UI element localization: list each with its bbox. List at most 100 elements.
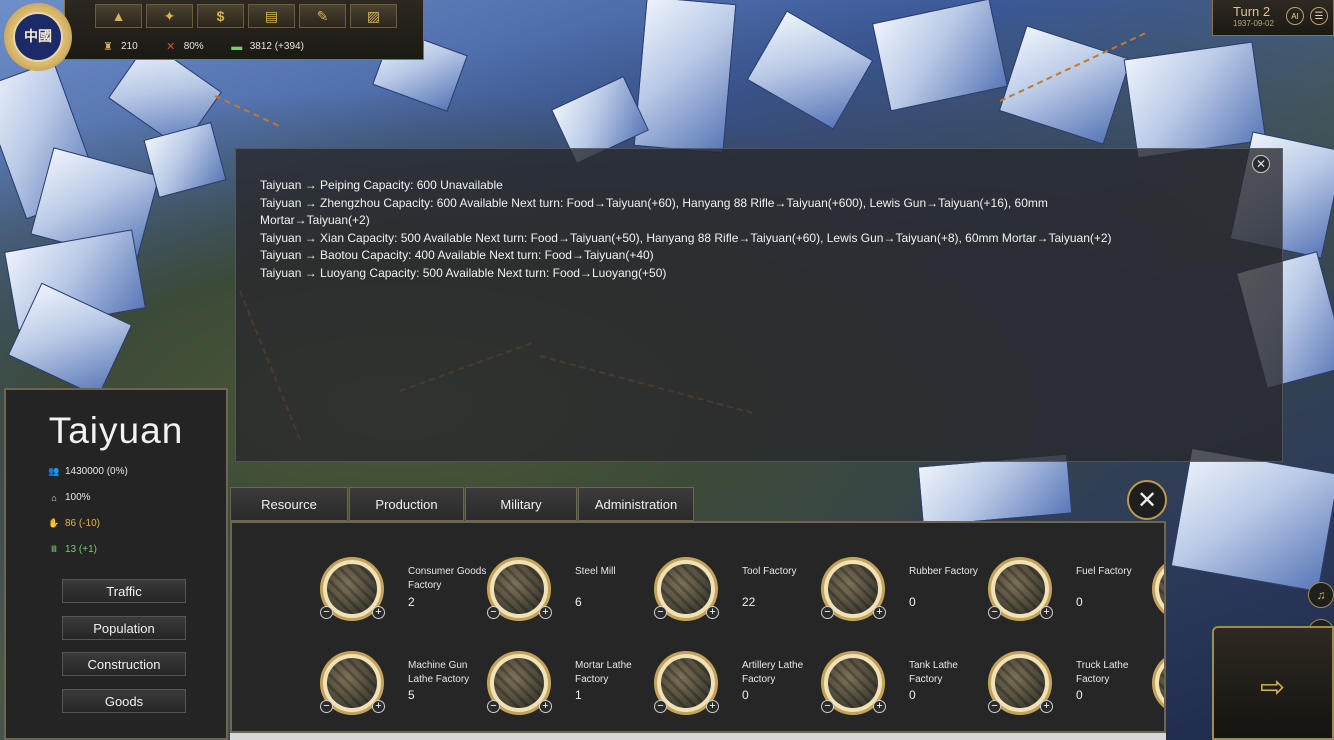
national-stats: ♜ 210 ✕ 80% ▬ 3812 (+394) <box>101 40 330 54</box>
tab-administration[interactable]: Administration <box>578 487 694 521</box>
loyalty-icon: ⌂ <box>51 492 57 503</box>
end-turn-button[interactable]: ⇨ <box>1212 626 1334 740</box>
building-item: − + Fuel Factory 0 <box>988 557 1156 637</box>
eagle-icon[interactable]: ✦ <box>146 4 193 28</box>
food-value: 86 (-10) <box>65 518 101 529</box>
building-count: 6 <box>575 595 582 609</box>
increase-button[interactable]: + <box>1040 606 1053 619</box>
transport-log: ✕ Taiyuan → Peiping Capacity: 600 Unavai… <box>235 148 1283 462</box>
nation-emblem[interactable]: 中國 <box>4 3 72 71</box>
money-stat: ▬ 3812 (+394) <box>230 40 304 53</box>
traffic-button[interactable]: Traffic <box>62 579 186 603</box>
chart-icon[interactable]: ▨ <box>350 4 397 28</box>
end-turn-arrow-icon: ⇨ <box>1260 671 1286 704</box>
increase-button[interactable]: + <box>372 606 385 619</box>
decrease-button[interactable]: − <box>821 700 834 713</box>
building-item: − + Rubber Factory 0 <box>821 557 989 637</box>
building-count: 2 <box>408 595 415 609</box>
building-name: Tool Factory <box>742 566 797 577</box>
building-name: Tank Lathe Factory <box>909 660 958 685</box>
top-icon-row: ▲ ✦ $ ▤ ✎ ▨ <box>95 4 397 28</box>
increase-button[interactable]: + <box>539 606 552 619</box>
log-close-button[interactable]: ✕ <box>1252 155 1270 173</box>
decrease-button[interactable]: − <box>988 700 1001 713</box>
building-name: Fuel Factory <box>1076 566 1132 577</box>
increase-button[interactable]: + <box>706 700 719 713</box>
building-name: Rubber Factory <box>909 566 978 577</box>
building-item: − + Steel Mill 6 <box>487 557 655 637</box>
building-item: − + Mortar Lathe Factory 1 <box>487 651 655 731</box>
building-name: Steel Mill <box>575 566 616 577</box>
turn-box: Turn 2 1937-09-02 AI ☰ <box>1212 0 1334 36</box>
goods-button[interactable]: Goods <box>62 689 186 713</box>
building-name: Artillery Lathe Factory <box>742 660 804 685</box>
menu-button[interactable]: ☰ <box>1310 7 1328 25</box>
building-item: − + Truck Lathe Factory 0 <box>988 651 1156 731</box>
building-count: 1 <box>575 688 582 702</box>
factory-icon[interactable]: ▲ <box>95 4 142 28</box>
supply-stat: Ⅲ 13 (+1) <box>48 544 97 555</box>
building-count: 0 <box>909 688 916 702</box>
building-item: − + Consumer Goods Factory 2 <box>320 557 488 637</box>
war-value: 80% <box>183 41 204 52</box>
loyalty-stat: ⌂ 100% <box>48 492 91 503</box>
increase-button[interactable]: + <box>539 700 552 713</box>
resource-bar: ▲ ✦ $ ▤ ✎ ▨ ♜ 210 ✕ 80% ▬ 3812 (+394) <box>64 0 424 60</box>
buildings-panel: − + Consumer Goods Factory 2 − + Steel M… <box>230 521 1166 733</box>
construction-button[interactable]: Construction <box>62 652 186 676</box>
increase-button[interactable]: + <box>706 606 719 619</box>
panel-close-button[interactable]: ✕ <box>1127 480 1167 520</box>
loyalty-value: 100% <box>65 492 91 503</box>
decrease-button[interactable]: − <box>320 606 333 619</box>
increase-button[interactable]: + <box>1040 700 1053 713</box>
music-icon[interactable]: ♫ <box>1308 582 1334 608</box>
hammer-icon[interactable]: ✎ <box>299 4 346 28</box>
tab-production[interactable]: Production <box>349 487 464 521</box>
decrease-button[interactable]: − <box>654 700 667 713</box>
decrease-button[interactable]: − <box>487 700 500 713</box>
industry-icon: ♜ <box>103 41 113 53</box>
building-item: − + Artillery Lathe Factory 0 <box>654 651 822 731</box>
money-icon: ▬ <box>231 40 243 53</box>
decrease-button[interactable]: − <box>821 606 834 619</box>
log-line: Taiyuan → Baotou Capacity: 400 Available… <box>260 248 654 262</box>
food-icon: ✋ <box>48 518 60 528</box>
decrease-button[interactable]: − <box>654 606 667 619</box>
building-count: 0 <box>909 595 916 609</box>
emblem-text: 中國 <box>13 12 63 62</box>
log-line: Taiyuan → Xian Capacity: 500 Available N… <box>260 230 1112 245</box>
ai-button[interactable]: AI <box>1286 7 1304 25</box>
industry-stat: ♜ 210 <box>101 40 138 53</box>
population-button[interactable]: Population <box>62 616 186 640</box>
turn-date: 1937-09-02 <box>1233 19 1274 28</box>
log-line: Taiyuan → Peiping Capacity: 600 Unavaila… <box>260 178 503 192</box>
crossed-swords-icon: ✕ <box>166 41 176 53</box>
building-count: 0 <box>742 688 749 702</box>
building-name: Mortar Lathe Factory <box>575 660 632 685</box>
increase-button[interactable]: + <box>372 700 385 713</box>
turn-title: Turn 2 <box>1233 4 1271 19</box>
city-name: Taiyuan <box>48 410 184 451</box>
building-name: Machine Gun Lathe Factory <box>408 660 470 685</box>
decrease-button[interactable]: − <box>320 700 333 713</box>
industry-value: 210 <box>121 41 138 52</box>
increase-button[interactable]: + <box>873 606 886 619</box>
dollar-icon[interactable]: $ <box>197 4 244 28</box>
increase-button[interactable]: + <box>873 700 886 713</box>
building-count: 5 <box>408 688 415 702</box>
map-icon[interactable]: ▤ <box>248 4 295 28</box>
building-name: Consumer Goods Factory <box>408 566 487 591</box>
tab-military[interactable]: Military <box>465 487 577 521</box>
decrease-button[interactable]: − <box>988 606 1001 619</box>
building-name: Truck Lathe Factory <box>1076 660 1129 685</box>
population-icon: 👥 <box>48 466 60 476</box>
building-item: − + Tank Lathe Factory 0 <box>821 651 989 731</box>
buildings-scrollbar[interactable] <box>230 733 1166 740</box>
supply-icon: Ⅲ <box>50 544 58 554</box>
tab-resource[interactable]: Resource <box>230 487 348 521</box>
building-count: 0 <box>1076 595 1083 609</box>
decrease-button[interactable]: − <box>487 606 500 619</box>
log-line: Mortar→Taiyuan(+2) <box>260 213 370 227</box>
food-stat: ✋ 86 (-10) <box>48 518 100 529</box>
log-line: Taiyuan → Luoyang Capacity: 500 Availabl… <box>260 265 667 280</box>
